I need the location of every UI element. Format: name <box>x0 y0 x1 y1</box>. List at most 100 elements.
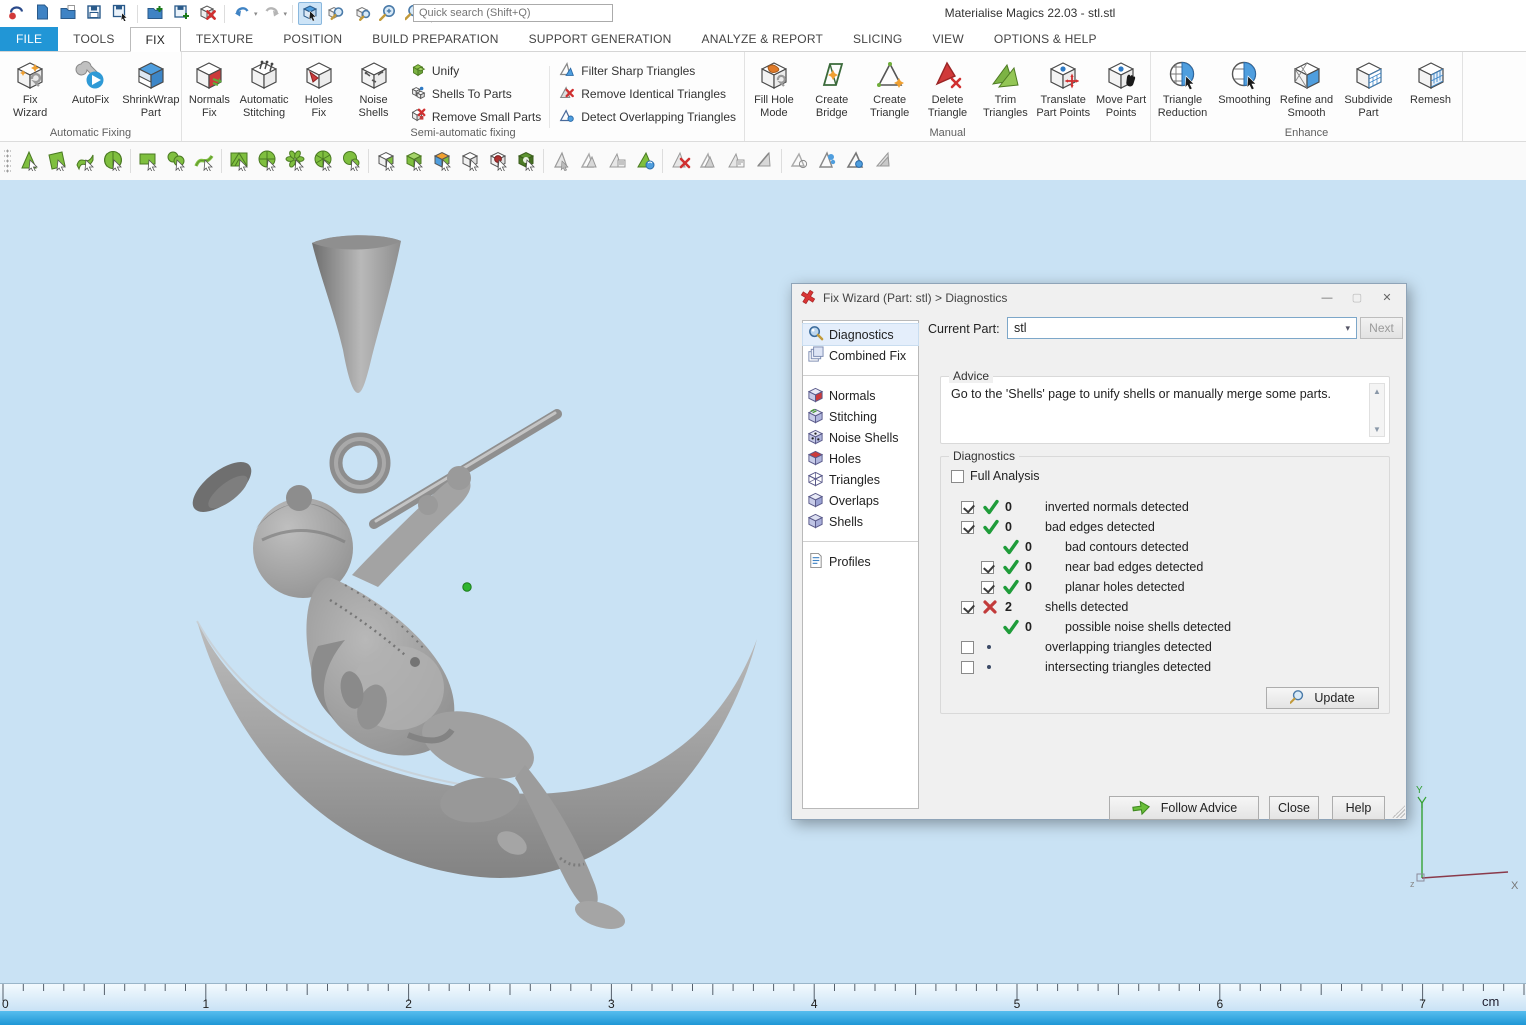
update-button[interactable]: Update <box>1266 687 1379 709</box>
full-analysis-checkbox-row[interactable]: Full Analysis <box>951 469 1039 483</box>
scroll-down-icon[interactable]: ▼ <box>1370 422 1384 436</box>
save-as-button[interactable] <box>108 2 132 25</box>
ribbon-button-shrinkwrap-part[interactable]: ShrinkWrap Part <box>121 56 181 119</box>
ribbon-button-remesh[interactable]: Remesh <box>1400 56 1462 107</box>
remove-part-button[interactable] <box>195 2 219 25</box>
diagnostic-checkbox[interactable] <box>961 501 974 514</box>
sidebar-item-profiles[interactable]: Profiles <box>803 551 918 572</box>
sidebar-item-shells[interactable]: Shells <box>803 511 918 532</box>
tab-texture[interactable]: TEXTURE <box>181 27 268 51</box>
save-button[interactable] <box>82 2 106 25</box>
diagnostic-checkbox[interactable] <box>961 661 974 674</box>
follow-advice-button[interactable]: Follow Advice <box>1109 796 1259 820</box>
tab-position[interactable]: POSITION <box>268 27 357 51</box>
triangle-tool-11-button[interactable] <box>841 146 869 176</box>
diagnostic-checkbox[interactable] <box>981 581 994 594</box>
ribbon-button-holes-fix[interactable]: Holes Fix <box>291 56 346 119</box>
ribbon-button-filter-sharp-triangles[interactable]: Filter Sharp Triangles <box>558 62 736 80</box>
maximize-button[interactable]: ▢ <box>1342 287 1372 308</box>
tab-support-generation[interactable]: SUPPORT GENERATION <box>514 27 687 51</box>
ribbon-button-detect-overlapping-triangles[interactable]: Detect Overlapping Triangles <box>558 108 736 126</box>
tab-analyze-report[interactable]: ANALYZE & REPORT <box>687 27 838 51</box>
triangle-tool-3-button[interactable] <box>603 146 631 176</box>
delete-marked-triangles-button[interactable] <box>666 146 694 176</box>
ribbon-button-triangle-reduction[interactable]: Triangle Reduction <box>1152 56 1214 119</box>
triangle-tool-10-button[interactable] <box>813 146 841 176</box>
current-part-dropdown[interactable]: stl ▾ <box>1007 317 1357 339</box>
scroll-up-icon[interactable]: ▲ <box>1370 384 1384 398</box>
close-button[interactable]: ✕ <box>1372 287 1402 308</box>
sidebar-item-diagnostics[interactable]: Diagnostics <box>803 324 918 345</box>
help-button[interactable]: Help <box>1332 796 1385 820</box>
cube-section-4-button[interactable] <box>456 146 484 176</box>
redo-dropdown-icon[interactable]: ▾ <box>284 10 288 18</box>
ribbon-button-delete-triangle[interactable]: Delete Triangle <box>919 56 977 119</box>
advice-scrollbar[interactable]: ▲ ▼ <box>1369 383 1385 437</box>
ribbon-button-translate-part-points[interactable]: Translate Part Points <box>1034 56 1092 119</box>
triangle-tool-2-button[interactable] <box>575 146 603 176</box>
sidebar-item-combined-fix[interactable]: Combined Fix <box>803 345 918 366</box>
undo-dropdown-icon[interactable]: ▾ <box>254 10 258 18</box>
ribbon-button-fill-hole-mode[interactable]: Fill Hole Mode <box>745 56 803 119</box>
magics-logo-button[interactable] <box>4 2 28 25</box>
sidebar-item-stitching[interactable]: Stitching <box>803 406 918 427</box>
tab-tools[interactable]: TOOLS <box>58 27 129 51</box>
zoom-in-button[interactable] <box>376 2 400 25</box>
sidebar-item-holes[interactable]: Holes <box>803 448 918 469</box>
mark-triangle-button[interactable] <box>15 146 43 176</box>
tab-build-preparation[interactable]: BUILD PREPARATION <box>357 27 513 51</box>
close-button[interactable]: Close <box>1269 796 1319 820</box>
cube-section-3-button[interactable] <box>428 146 456 176</box>
view-mode-button[interactable] <box>298 2 322 25</box>
ribbon-button-move-part-points[interactable]: Move Part Points <box>1092 56 1150 119</box>
save-all-button[interactable] <box>169 2 193 25</box>
sidebar-item-noise-shells[interactable]: Noise Shells <box>803 427 918 448</box>
triangle-tool-6-button[interactable] <box>694 146 722 176</box>
cube-section-2-button[interactable] <box>400 146 428 176</box>
triangle-tool-8-button[interactable] <box>750 146 778 176</box>
ribbon-button-remove-identical-triangles[interactable]: Remove Identical Triangles <box>558 85 736 103</box>
tab-view[interactable]: VIEW <box>917 27 978 51</box>
next-button[interactable]: Next <box>1360 317 1403 339</box>
mark-plane-button[interactable] <box>43 146 71 176</box>
cube-section-5-button[interactable] <box>484 146 512 176</box>
rectangle-selection-button[interactable] <box>134 146 162 176</box>
diagnostic-checkbox[interactable] <box>961 521 974 534</box>
triangle-tool-12-button[interactable] <box>869 146 897 176</box>
dialog-title-bar[interactable]: Fix Wizard (Part: stl) > Diagnostics —▢✕ <box>792 284 1406 312</box>
new-part-button[interactable] <box>30 2 54 25</box>
diagnostic-checkbox[interactable] <box>961 601 974 614</box>
undo-button[interactable] <box>230 2 254 25</box>
quick-search-input[interactable] <box>413 4 613 22</box>
ribbon-button-fix-wizard[interactable]: Fix Wizard <box>0 56 60 119</box>
zoom-part-button[interactable] <box>324 2 348 25</box>
ribbon-button-subdivide-part[interactable]: Subdivide Part <box>1338 56 1400 119</box>
cube-section-6-button[interactable] <box>512 146 540 176</box>
sidebar-item-triangles[interactable]: Triangles <box>803 469 918 490</box>
triangle-tool-1-button[interactable] <box>547 146 575 176</box>
full-analysis-checkbox[interactable] <box>951 470 964 483</box>
tab-fix[interactable]: FIX <box>130 27 181 52</box>
resize-grip[interactable] <box>1392 805 1405 818</box>
brush-selection-button[interactable] <box>162 146 190 176</box>
mark-shell-button[interactable] <box>99 146 127 176</box>
ribbon-button-autofix[interactable]: AutoFix <box>60 56 120 107</box>
triangle-tool-9-button[interactable] <box>785 146 813 176</box>
window-pie-button[interactable] <box>309 146 337 176</box>
ribbon-button-refine-and-smooth[interactable]: Refine and Smooth <box>1276 56 1338 119</box>
ribbon-button-unify[interactable]: Unify <box>409 62 541 80</box>
toolbar-grip[interactable] <box>4 148 11 174</box>
ribbon-button-create-bridge[interactable]: Create Bridge <box>803 56 861 119</box>
window-triangle-button[interactable] <box>225 146 253 176</box>
diagnostic-checkbox[interactable] <box>961 641 974 654</box>
ribbon-button-normals-fix[interactable]: Normals Fix <box>182 56 237 119</box>
tab-options-help[interactable]: OPTIONS & HELP <box>979 27 1112 51</box>
ribbon-button-remove-small-parts[interactable]: Remove Small Parts <box>409 108 541 126</box>
sidebar-item-normals[interactable]: Normals <box>803 385 918 406</box>
ribbon-button-shells-to-parts[interactable]: Shells To Parts <box>409 85 541 103</box>
mark-surface-button[interactable] <box>71 146 99 176</box>
redo-button[interactable] <box>260 2 284 25</box>
sidebar-item-overlaps[interactable]: Overlaps <box>803 490 918 511</box>
import-part-button[interactable] <box>143 2 167 25</box>
unzoom-part-button[interactable] <box>350 2 374 25</box>
